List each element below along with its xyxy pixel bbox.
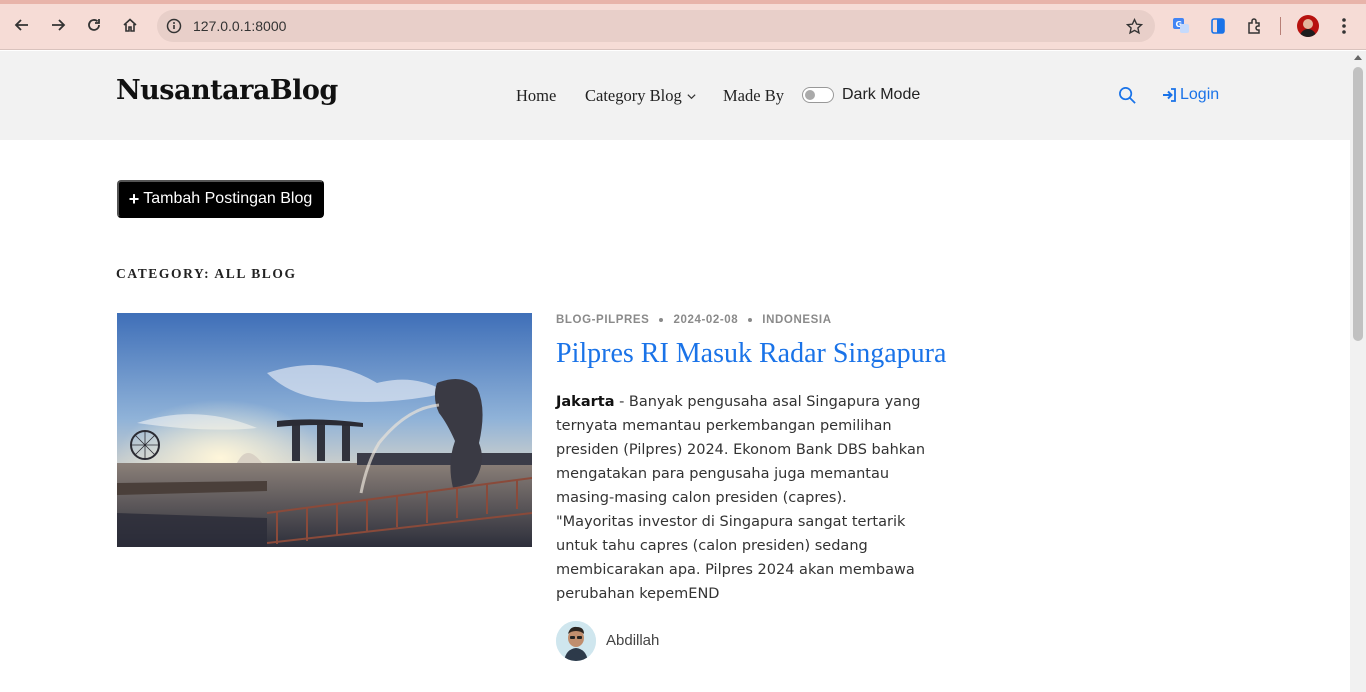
- reading-mode-icon[interactable]: [1206, 14, 1230, 38]
- add-blog-post-button[interactable]: + Tambah Postingan Blog: [117, 180, 324, 218]
- post-excerpt: Jakarta - Banyak pengusaha asal Singapur…: [556, 390, 948, 606]
- author-avatar[interactable]: [556, 621, 596, 661]
- post-thumbnail[interactable]: [117, 313, 532, 547]
- login-label: Login: [1180, 86, 1220, 103]
- forward-icon[interactable]: [45, 12, 71, 38]
- dark-mode-label: Dark Mode: [842, 86, 921, 103]
- address-bar[interactable]: 127.0.0.1:8000: [157, 10, 1155, 42]
- home-icon[interactable]: [117, 12, 143, 38]
- excerpt-lead: Jakarta: [556, 394, 615, 410]
- nav-made-by[interactable]: Made By: [723, 86, 784, 106]
- nav-home[interactable]: Home: [516, 86, 556, 106]
- site-header: NusantaraBlog Home Category Blog Made By…: [0, 51, 1350, 140]
- login-link[interactable]: Login: [1162, 86, 1219, 104]
- toolbar-divider: [1280, 17, 1281, 35]
- scroll-up-arrow[interactable]: [1354, 55, 1362, 60]
- post-tag[interactable]: BLOG-PILPRES: [556, 314, 649, 326]
- excerpt-body: - Banyak pengusaha asal Singapura yang t…: [556, 394, 926, 506]
- nav-category-blog[interactable]: Category Blog: [585, 86, 697, 106]
- page-scrollbar[interactable]: [1350, 51, 1366, 692]
- extensions-icon[interactable]: [1243, 14, 1267, 38]
- post-date: 2024-02-08: [673, 314, 739, 326]
- url-text[interactable]: 127.0.0.1:8000: [193, 18, 286, 34]
- bookmark-star-icon[interactable]: [1125, 17, 1143, 35]
- scroll-thumb[interactable]: [1353, 67, 1363, 341]
- back-icon[interactable]: [9, 12, 35, 38]
- more-menu-icon[interactable]: [1334, 16, 1354, 36]
- author-name[interactable]: Abdillah: [606, 632, 659, 649]
- post-meta: BLOG-PILPRES 2024-02-08 INDONESIA: [556, 314, 832, 326]
- profile-avatar[interactable]: [1297, 15, 1319, 37]
- post-country[interactable]: INDONESIA: [762, 314, 831, 326]
- dark-mode-toggle[interactable]: [802, 87, 834, 103]
- sign-in-icon: [1163, 88, 1176, 102]
- post-title[interactable]: Pilpres RI Masuk Radar Singapura: [556, 338, 946, 370]
- translate-icon[interactable]: G: [1169, 14, 1193, 38]
- site-logo[interactable]: NusantaraBlog: [116, 75, 338, 106]
- meta-separator: [748, 318, 753, 322]
- chevron-down-icon: [687, 93, 696, 99]
- excerpt-quote: "Mayoritas investor di Singapura sangat …: [556, 514, 915, 602]
- reload-icon[interactable]: [81, 12, 107, 38]
- site-info-icon[interactable]: [165, 17, 183, 35]
- browser-toolbar: 127.0.0.1:8000 G: [0, 0, 1366, 50]
- search-icon[interactable]: [1117, 85, 1137, 105]
- category-heading: CATEGORY: ALL BLOG: [116, 266, 297, 281]
- nav-category-label: Category Blog: [585, 86, 682, 105]
- plus-icon: +: [128, 189, 140, 209]
- add-post-label: Tambah Postingan Blog: [143, 190, 313, 207]
- meta-separator: [659, 318, 664, 322]
